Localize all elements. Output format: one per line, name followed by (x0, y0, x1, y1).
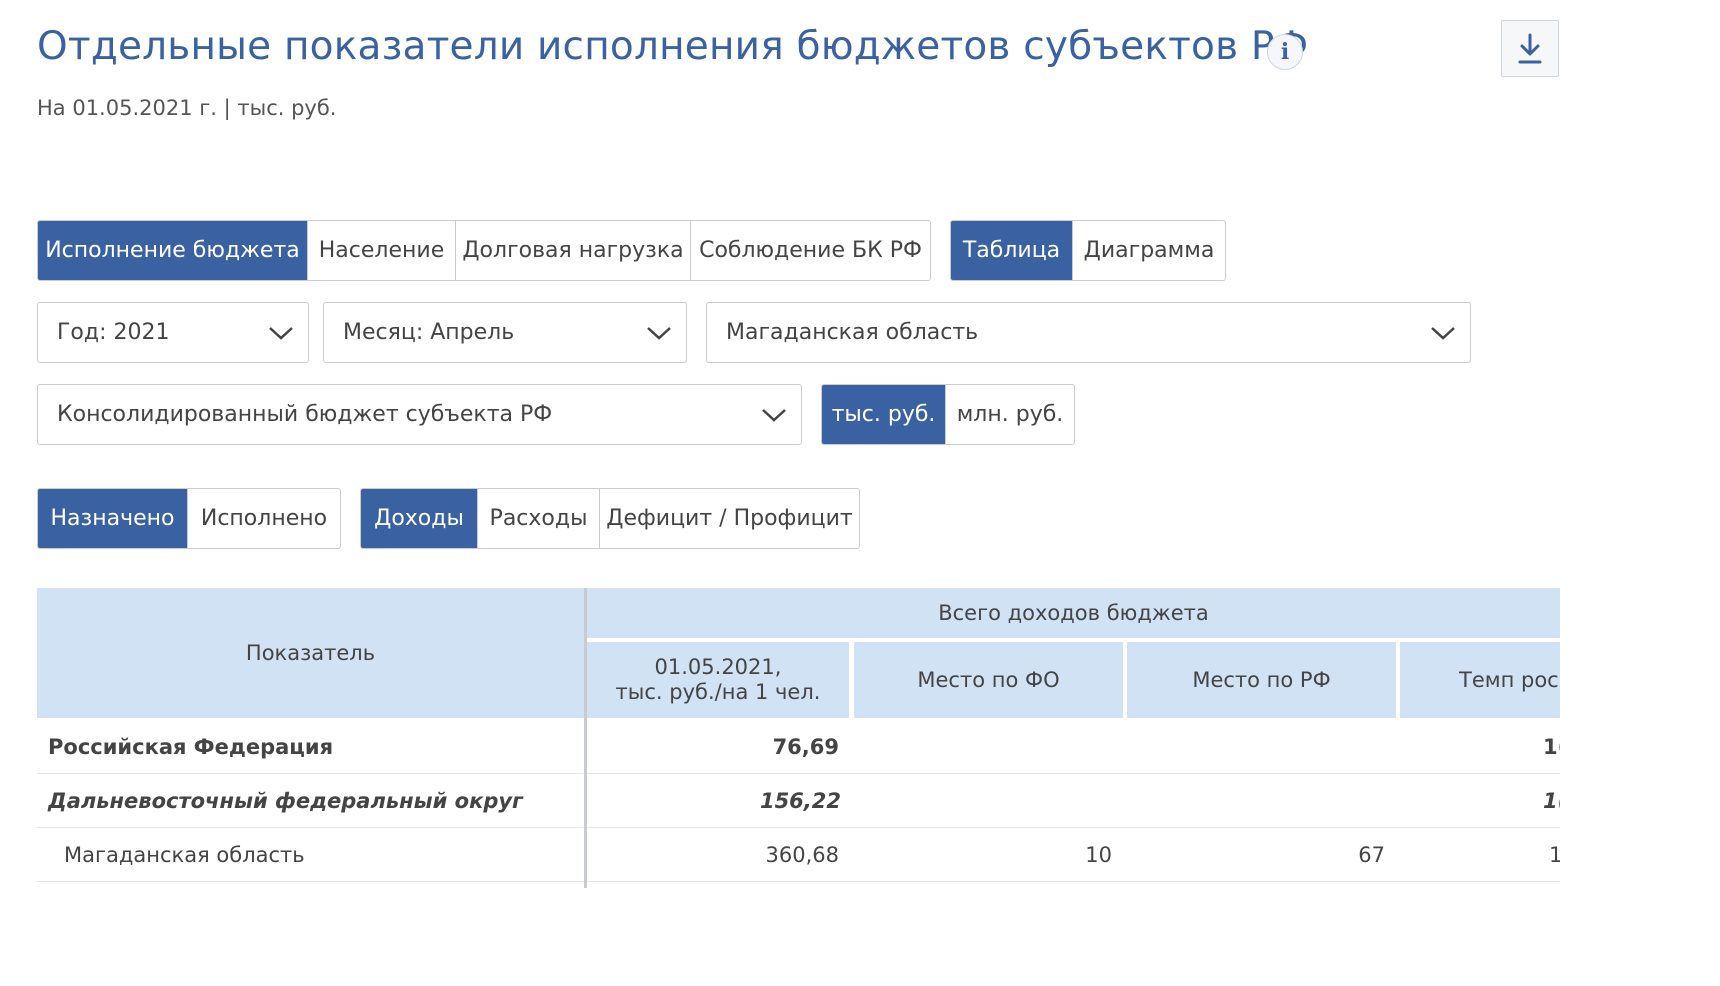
row-value: 76,69 (772, 735, 839, 759)
unit-million-button[interactable]: млн. руб. (946, 385, 1074, 444)
type-toggle: Доходы Расходы Дефицит / Профицит (360, 488, 860, 549)
table-row: Магаданская область 360,68 10 67 1 (37, 828, 1560, 882)
download-button[interactable] (1501, 20, 1559, 77)
column-header-value-line1: 01.05.2021, (654, 655, 782, 679)
page-title: Отдельные показатели исполнения бюджетов… (37, 24, 1309, 69)
region-select[interactable]: Магаданская область (706, 302, 1471, 363)
column-header-value[interactable]: 01.05.2021, тыс. руб./на 1 чел. (587, 642, 849, 718)
group-header: Всего доходов бюджета (587, 588, 1560, 638)
row-place-fo: 10 (1085, 843, 1112, 867)
year-select-value: Год: 2021 (57, 320, 170, 345)
status-toggle: Назначено Исполнено (37, 488, 341, 549)
tab-bk-compliance[interactable]: Соблюдение БК РФ (691, 221, 930, 280)
tab-debt-load[interactable]: Долговая нагрузка (456, 221, 691, 280)
table-row: Российская Федерация 76,69 1( (37, 720, 1560, 774)
type-expenses-button[interactable]: Расходы (478, 489, 600, 548)
chevron-down-icon (762, 409, 786, 422)
row-place-rf: 67 (1358, 843, 1385, 867)
view-chart-button[interactable]: Диаграмма (1073, 221, 1225, 280)
chevron-down-icon (1431, 327, 1455, 340)
data-table: Показатель Всего доходов бюджета 01.05.2… (37, 588, 1560, 888)
region-select-value: Магаданская область (726, 320, 979, 345)
row-name: Российская Федерация (48, 735, 334, 759)
tab-population[interactable]: Население (308, 221, 456, 280)
chevron-down-icon (269, 327, 293, 340)
row-growth: 1 (1549, 843, 1560, 867)
year-select[interactable]: Год: 2021 (37, 302, 309, 363)
view-toggle: Таблица Диаграмма (950, 220, 1226, 281)
chevron-down-icon (647, 327, 671, 340)
page-subtitle: На 01.05.2021 г. | тыс. руб. (37, 96, 337, 120)
download-icon (1518, 33, 1542, 63)
row-name: Магаданская область (64, 843, 305, 867)
view-table-button[interactable]: Таблица (951, 221, 1073, 280)
column-header-growth[interactable]: Темп рос (1400, 642, 1560, 718)
row-value: 156,22 (759, 789, 841, 813)
tab-budget-execution[interactable]: Исполнение бюджета (38, 221, 308, 280)
column-header-value-line2: тыс. руб./на 1 чел. (615, 680, 821, 704)
budget-select-value: Консолидированный бюджет субъекта РФ (57, 402, 553, 427)
section-tabs: Исполнение бюджета Население Долговая на… (37, 220, 931, 281)
table-row: Дальневосточный федеральный округ 156,22… (37, 774, 1560, 828)
column-divider (584, 588, 587, 888)
month-select-value: Месяц: Апрель (343, 320, 515, 345)
row-name: Дальневосточный федеральный округ (48, 789, 524, 813)
column-header-fo[interactable]: Место по ФО (854, 642, 1123, 718)
row-growth: 1( (1543, 735, 1560, 759)
budget-select[interactable]: Консолидированный бюджет субъекта РФ (37, 384, 802, 445)
row-value: 360,68 (765, 843, 839, 867)
month-select[interactable]: Месяц: Апрель (323, 302, 687, 363)
type-income-button[interactable]: Доходы (361, 489, 478, 548)
status-executed-button[interactable]: Исполнено (188, 489, 340, 548)
indicator-header[interactable]: Показатель (37, 588, 584, 718)
status-assigned-button[interactable]: Назначено (38, 489, 188, 548)
type-deficit-button[interactable]: Дефицит / Профицит (600, 489, 859, 548)
info-icon[interactable]: i (1267, 34, 1303, 70)
unit-thousand-button[interactable]: тыс. руб. (822, 385, 946, 444)
column-header-rf[interactable]: Место по РФ (1127, 642, 1396, 718)
row-growth: 1( (1543, 789, 1560, 813)
unit-toggle: тыс. руб. млн. руб. (821, 384, 1075, 445)
